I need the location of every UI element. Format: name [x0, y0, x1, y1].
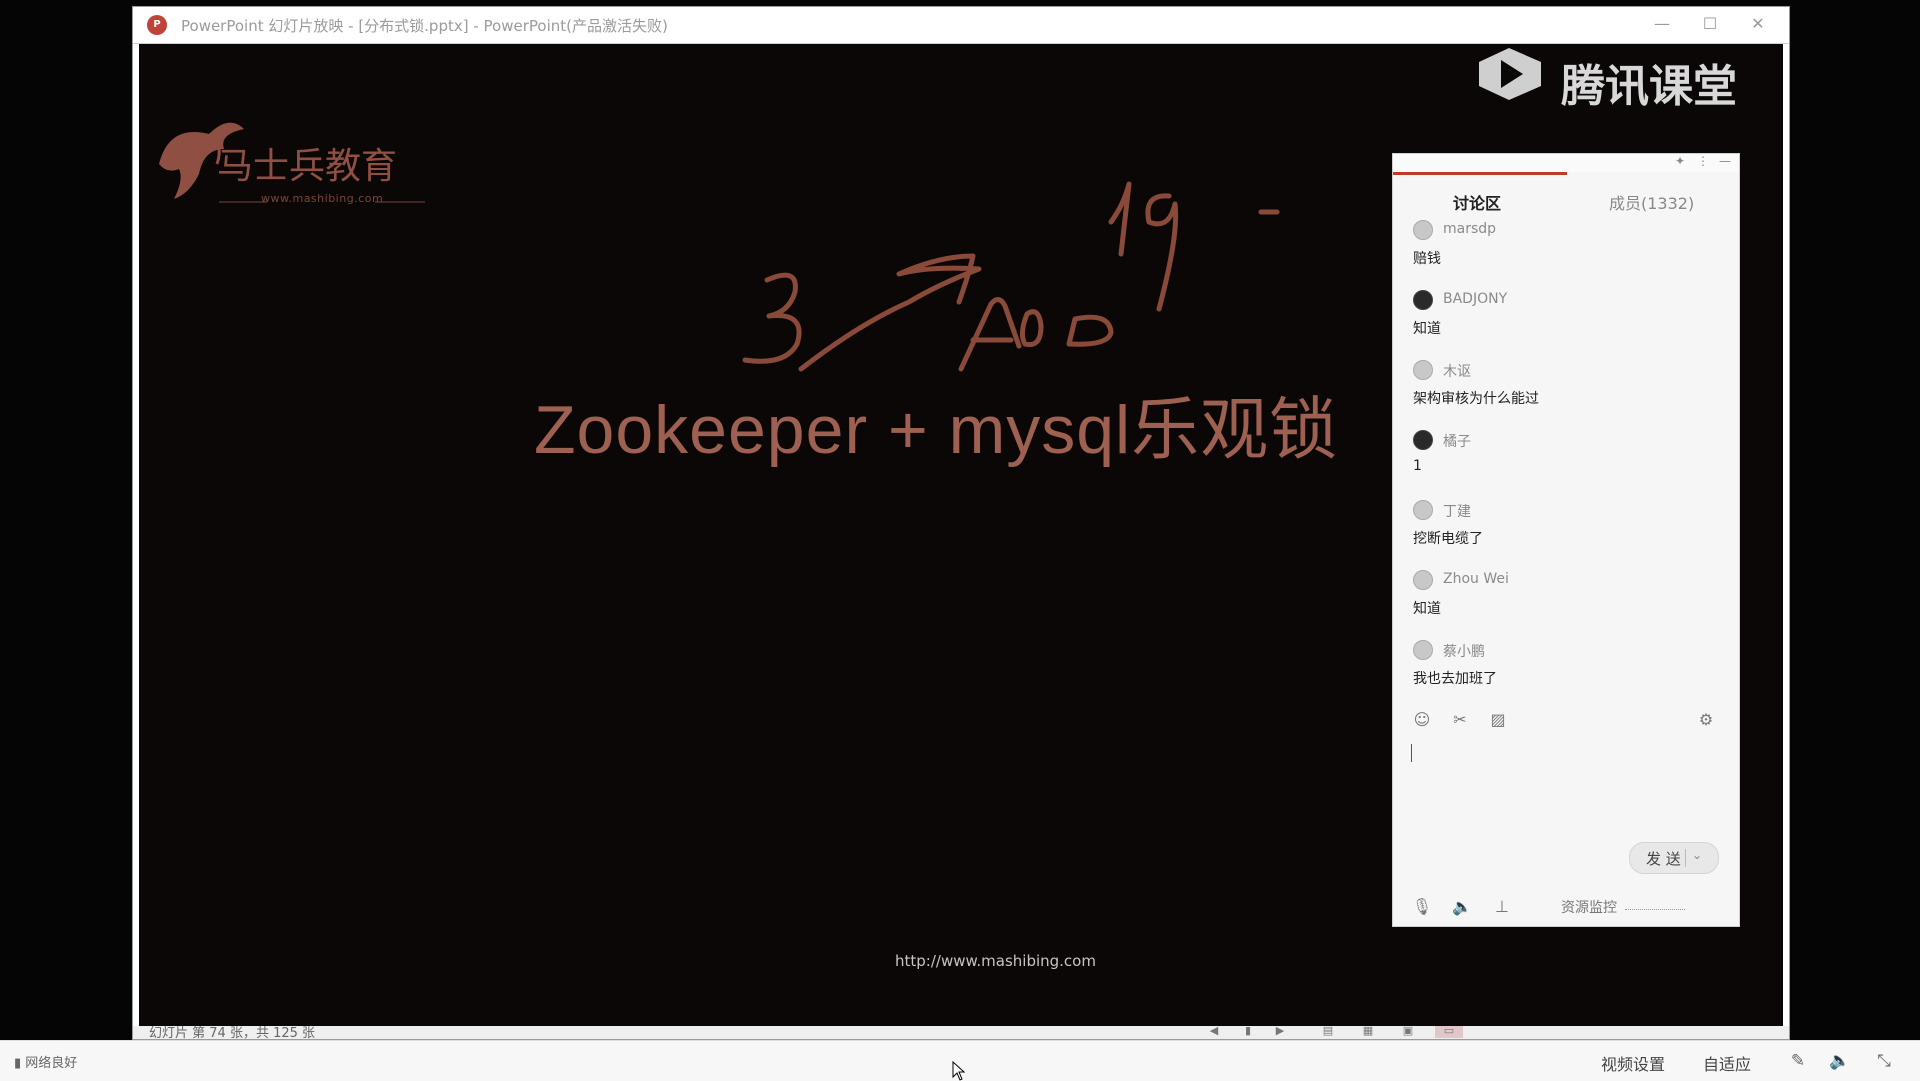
message-username[interactable]: 蔡小鹏 — [1443, 641, 1485, 661]
maximize-button[interactable]: ☐ — [1687, 11, 1733, 37]
chat-panel-header: ✦ ⋮ — — [1393, 154, 1739, 172]
pen-icon[interactable]: ✎ — [1786, 1049, 1810, 1073]
volume-icon[interactable]: 🔈 — [1828, 1049, 1852, 1073]
message-username[interactable]: Zhou Wei — [1443, 571, 1509, 587]
slide-counter: 幻灯片 第 74 张，共 125 张 — [149, 1026, 316, 1039]
send-button[interactable]: 发 送 ⌄ — [1629, 842, 1719, 874]
avatar[interactable] — [1413, 500, 1433, 520]
close-button[interactable]: ✕ — [1735, 11, 1781, 37]
tab-discussion[interactable]: 讨论区 — [1453, 190, 1501, 214]
tab-members[interactable]: 成员(1332) — [1609, 190, 1694, 214]
slide-sorter-icon[interactable]: ▦ — [1359, 1026, 1377, 1038]
chat-message: 蔡小鹏我也去加班了 — [1413, 640, 1733, 710]
avatar[interactable] — [1413, 430, 1433, 450]
chat-toolbar: ☺ ✂ ▨ ⚙ — [1393, 709, 1739, 739]
powerpoint-logo-icon: P — [147, 15, 167, 35]
message-text: 架构审核为什么能过 — [1413, 391, 1539, 407]
chat-message: 木讴架构审核为什么能过 — [1413, 360, 1733, 430]
chevron-down-icon[interactable]: ⌄ — [1692, 848, 1702, 862]
minimize-icon[interactable]: — — [1719, 154, 1731, 168]
avatar[interactable] — [1413, 640, 1433, 660]
resource-monitor-bar — [1625, 906, 1685, 910]
slide-title: Zookeeper + mysql乐观锁 — [534, 392, 1339, 468]
signal-icon: ▮ — [14, 1056, 26, 1071]
chat-message: 橘子 1 — [1413, 430, 1733, 500]
message-username[interactable]: BADJONY — [1443, 291, 1507, 307]
avatar[interactable] — [1413, 360, 1433, 380]
message-text: 知道 — [1413, 601, 1441, 617]
avatar[interactable] — [1413, 570, 1433, 590]
message-text: 我也去加班了 — [1413, 671, 1497, 687]
chat-footer: 🎙 🔈 ⊥ 资源监控 — [1393, 894, 1739, 922]
message-text: 1 — [1413, 458, 1422, 474]
avatar[interactable] — [1413, 220, 1433, 240]
message-username[interactable]: 丁建 — [1443, 501, 1471, 521]
fit-button[interactable]: 自适应 — [1703, 1051, 1751, 1075]
minimize-button[interactable]: — — [1639, 11, 1685, 37]
message-input[interactable] — [1411, 744, 1721, 834]
scissors-icon[interactable]: ✂ — [1449, 709, 1471, 731]
message-text: 赔钱 — [1413, 251, 1441, 267]
resource-monitor-label[interactable]: 资源监控 — [1561, 897, 1617, 917]
send-label: 发 送 — [1646, 850, 1681, 868]
message-username[interactable]: marsdp — [1443, 221, 1496, 237]
next-icon[interactable]: ▶ — [1271, 1026, 1289, 1038]
slideshow-icon[interactable]: ▭ — [1435, 1026, 1463, 1038]
text-caret — [1411, 744, 1412, 762]
message-text: 挖断电缆了 — [1413, 531, 1483, 547]
normal-view-icon[interactable]: ▤ — [1319, 1026, 1337, 1038]
notes-icon[interactable]: ▮ — [1239, 1026, 1257, 1038]
chat-message: BADJONY 知道 — [1413, 290, 1733, 360]
pin-icon[interactable]: ✦ — [1675, 154, 1685, 168]
video-settings-button[interactable]: 视频设置 — [1601, 1051, 1665, 1075]
microphone-icon[interactable]: 🎙 — [1411, 896, 1433, 918]
emoji-icon[interactable]: ☺ — [1411, 709, 1433, 731]
status-bar: 幻灯片 第 74 张，共 125 张 ◀ ▮ ▶ ▤ ▦ ▣ ▭ — [133, 1026, 1789, 1039]
title-bar: P PowerPoint 幻灯片放映 - [分布式锁.pptx] - Power… — [133, 7, 1789, 44]
stats-icon[interactable]: ⊥ — [1491, 896, 1513, 918]
avatar[interactable] — [1413, 290, 1433, 310]
message-username[interactable]: 木讴 — [1443, 361, 1471, 381]
more-icon[interactable]: ⋮ — [1697, 154, 1709, 168]
chat-message: marsdp 赔钱 — [1413, 220, 1733, 290]
mouse-cursor-icon — [952, 1061, 966, 1081]
chat-message: Zhou Wei 知道 — [1413, 570, 1733, 640]
window-title: PowerPoint 幻灯片放映 - [分布式锁.pptx] - PowerPo… — [181, 17, 668, 35]
slide-footer-url: http://www.mashibing.com — [895, 952, 1096, 970]
message-text: 知道 — [1413, 321, 1441, 337]
settings-icon[interactable]: ⚙ — [1695, 709, 1717, 731]
reading-view-icon[interactable]: ▣ — [1399, 1026, 1417, 1038]
message-username[interactable]: 橘子 — [1443, 431, 1471, 451]
prev-icon[interactable]: ◀ — [1205, 1026, 1223, 1038]
image-icon[interactable]: ▨ — [1487, 709, 1509, 731]
exit-fullscreen-icon[interactable]: ⤡ — [1872, 1049, 1896, 1073]
network-status-label: 网络良好 — [25, 1056, 78, 1071]
network-status: ▮ 网络良好 — [14, 1052, 77, 1071]
active-tab-indicator — [1393, 172, 1567, 175]
chat-message: 丁建挖断电缆了 — [1413, 500, 1733, 570]
speaker-icon[interactable]: 🔈 — [1451, 896, 1473, 918]
send-divider — [1685, 849, 1686, 867]
chat-panel: ✦ ⋮ — 讨论区 成员(1332) marsdp 赔钱 BADJONY 知道 木讴 架构… — [1392, 153, 1740, 927]
